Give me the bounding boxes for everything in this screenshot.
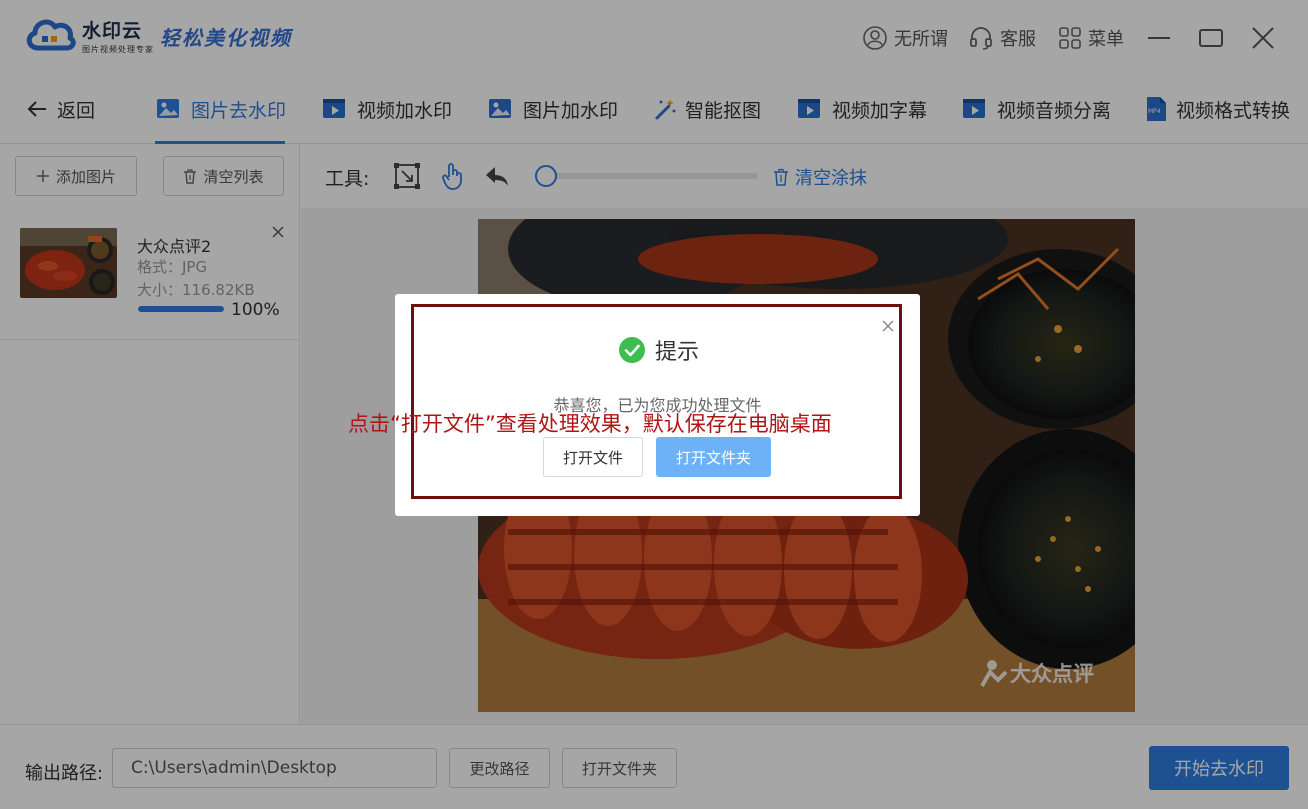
tutorial-annotation: 点击“打开文件”查看处理效果，默认保存在电脑桌面 [348,412,832,436]
open-folder-label: 打开文件夹 [675,448,751,467]
open-file-label: 打开文件 [562,448,623,467]
close-icon[interactable] [880,318,896,334]
result-dialog: 提示 恭喜您，已为您成功处理文件 打开文件 打开文件夹 [395,294,920,516]
dialog-title-text: 提示 [655,340,700,365]
dialog-title: 提示 [619,334,699,366]
open-file-button[interactable]: 打开文件 [543,437,643,477]
check-circle-icon [619,337,645,363]
open-folder-button[interactable]: 打开文件夹 [656,437,771,477]
